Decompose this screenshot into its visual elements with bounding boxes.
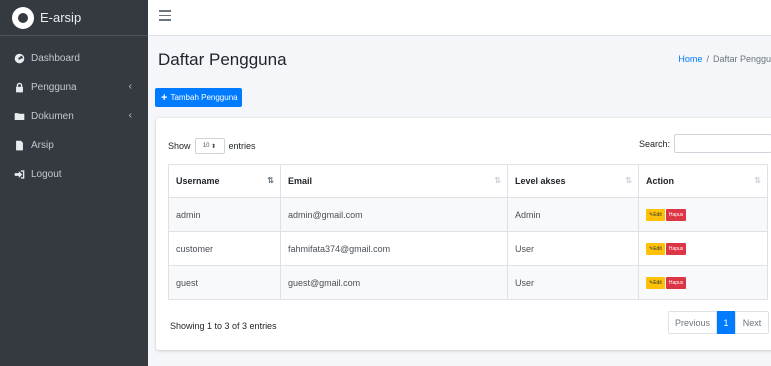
lock-icon <box>13 82 25 94</box>
sidebar-item-label: Arsip <box>31 140 54 151</box>
table-search: Search: <box>639 134 771 153</box>
show-entries-suffix: entries <box>228 141 256 151</box>
top-navbar <box>148 0 771 36</box>
sidebar-item-dokumen[interactable]: Dokumen ‹ <box>0 102 148 131</box>
sidebar-item-label: Logout <box>31 169 62 180</box>
sidebar-item-dashboard[interactable]: Dashboard <box>0 44 148 73</box>
cell-email: fahmifata374@gmail.com <box>280 231 508 266</box>
brand-text: E-arsip <box>40 10 82 25</box>
edit-button[interactable]: ✎Edit <box>646 277 665 289</box>
add-user-label: Tambah Pengguna <box>170 93 238 102</box>
chevron-left-icon: ‹ <box>128 110 132 121</box>
sidebar-item-label: Dashboard <box>31 53 80 64</box>
column-header-email[interactable]: Email ⇅ <box>280 164 508 198</box>
cell-username: guest <box>168 265 281 300</box>
pagination-page-1[interactable]: 1 <box>717 311 735 334</box>
breadcrumb-home-link[interactable]: Home <box>678 54 702 64</box>
file-icon <box>13 140 25 152</box>
table-row: customer fahmifata374@gmail.com User ✎Ed… <box>168 231 768 266</box>
users-table: Username ⇅ Email ⇅ Level akses ⇅ Action ⇅ ad… <box>168 164 768 300</box>
page-title: Daftar Pengguna <box>158 50 287 69</box>
cell-email: guest@gmail.com <box>280 265 508 300</box>
show-entries-prefix: Show <box>168 141 191 151</box>
breadcrumb: Home / Daftar Penggu <box>678 54 771 64</box>
sort-icon: ⇅ <box>267 176 274 185</box>
chevron-left-icon: ‹ <box>128 81 132 92</box>
table-header-row: Username ⇅ Email ⇅ Level akses ⇅ Action ⇅ <box>168 164 768 198</box>
add-user-button[interactable]: + Tambah Pengguna <box>155 88 242 107</box>
column-header-username[interactable]: Username ⇅ <box>168 164 281 198</box>
cell-action: ✎Edit Hapus <box>638 265 768 300</box>
table-row: guest guest@gmail.com User ✎Edit Hapus <box>168 265 768 300</box>
sidebar-item-label: Dokumen <box>31 111 74 122</box>
cell-action: ✎Edit Hapus <box>638 197 768 232</box>
search-label: Search: <box>639 138 671 149</box>
cell-level: User <box>507 231 639 266</box>
plus-icon: + <box>161 91 168 104</box>
cell-level: User <box>507 265 639 300</box>
cell-email: admin@gmail.com <box>280 197 508 232</box>
table-info: Showing 1 to 3 of 3 entries <box>170 321 277 331</box>
table-row: admin admin@gmail.com Admin ✎Edit Hapus <box>168 197 768 232</box>
brand-logo-icon <box>12 6 34 29</box>
dashboard-icon <box>13 53 25 65</box>
cell-username: admin <box>168 197 281 232</box>
sidebar-item-arsip[interactable]: Arsip <box>0 131 148 160</box>
delete-button[interactable]: Hapus <box>665 243 687 255</box>
cell-action: ✎Edit Hapus <box>638 231 768 266</box>
edit-button[interactable]: ✎Edit <box>646 243 665 255</box>
brand-link[interactable]: E-arsip <box>0 0 148 36</box>
delete-button[interactable]: Hapus <box>665 277 687 289</box>
sign-out-icon <box>13 169 25 181</box>
show-entries: Show 10 ⬍ entries <box>168 138 256 154</box>
pagination-next[interactable]: Next <box>735 311 769 334</box>
sidebar-item-pengguna[interactable]: Pengguna ‹ <box>0 73 148 102</box>
pagination: Previous 1 Next <box>668 311 769 334</box>
column-header-level[interactable]: Level akses ⇅ <box>507 164 639 198</box>
folder-icon <box>13 111 25 123</box>
chevron-updown-icon: ⬍ <box>211 143 217 150</box>
cell-username: customer <box>168 231 281 266</box>
sort-icon: ⇅ <box>754 176 761 185</box>
sort-icon: ⇅ <box>494 176 501 185</box>
breadcrumb-separator: / <box>706 54 709 64</box>
cell-level: Admin <box>507 197 639 232</box>
entries-select-value: 10 <box>202 143 210 149</box>
sidebar: E-arsip Dashboard Pengguna ‹ Dokumen ‹ A… <box>0 0 148 366</box>
sidebar-item-label: Pengguna <box>31 82 77 93</box>
sidebar-nav: Dashboard Pengguna ‹ Dokumen ‹ Arsip Log… <box>0 36 148 189</box>
edit-button[interactable]: ✎Edit <box>646 209 665 221</box>
pagination-previous[interactable]: Previous <box>668 311 717 334</box>
sidebar-item-logout[interactable]: Logout <box>0 160 148 189</box>
sort-icon: ⇅ <box>625 176 632 185</box>
delete-button[interactable]: Hapus <box>665 209 687 221</box>
users-card: Show 10 ⬍ entries Search: Username ⇅ Emai… <box>156 118 771 350</box>
search-input[interactable] <box>674 134 771 153</box>
menu-toggle-icon[interactable] <box>159 10 171 24</box>
entries-select[interactable]: 10 ⬍ <box>194 138 225 154</box>
breadcrumb-current: Daftar Penggu <box>712 54 771 64</box>
column-header-action[interactable]: Action ⇅ <box>638 164 768 198</box>
